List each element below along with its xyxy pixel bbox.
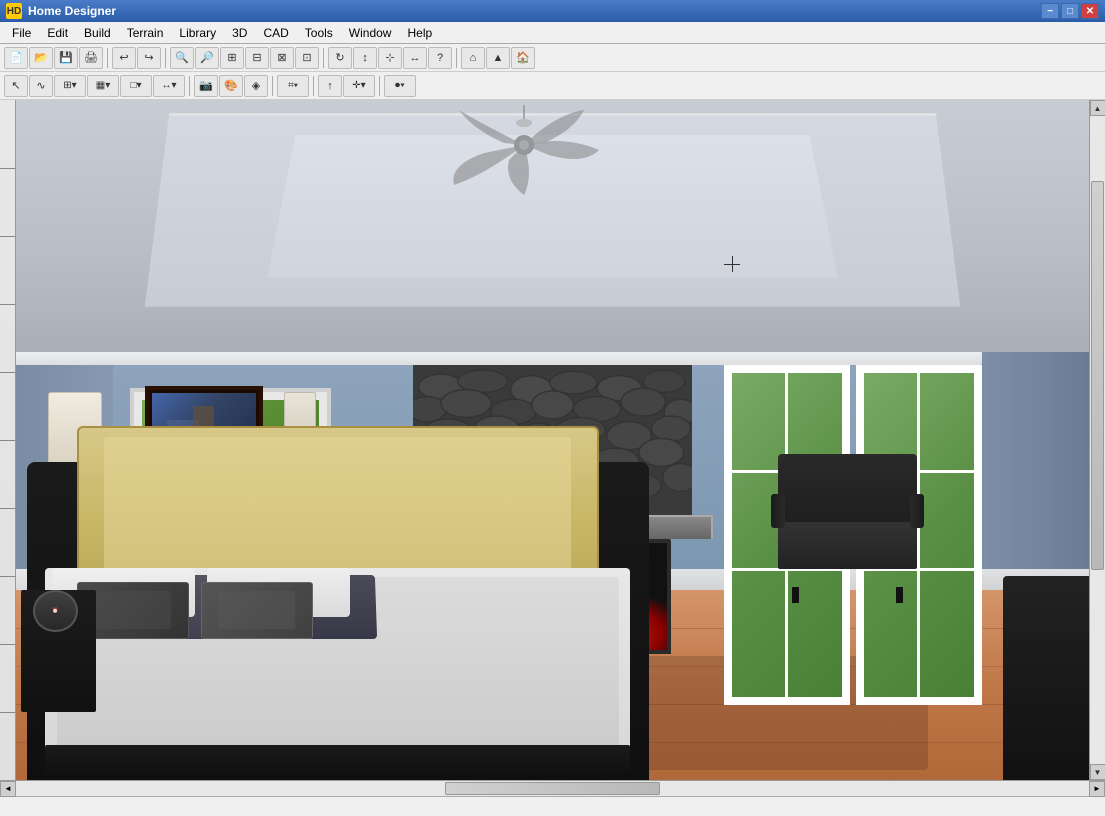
ceiling (16, 100, 1089, 358)
room-render: ⏰ (16, 100, 1089, 780)
menu-bar: File Edit Build Terrain Library 3D CAD T… (0, 22, 1105, 44)
scroll-right-button[interactable]: ► (1089, 781, 1105, 797)
armchair (778, 454, 917, 590)
zoom-in-button[interactable]: 🔍 (170, 47, 194, 69)
camera-tool[interactable]: 📷 (194, 75, 218, 97)
room-tool[interactable]: □▾ (120, 75, 152, 97)
scroll-thumb-right[interactable] (1091, 181, 1104, 570)
ref-button[interactable]: ⊹ (378, 47, 402, 69)
nightstand-left: ⏰ (21, 590, 96, 712)
status-bar (0, 796, 1105, 816)
print-button[interactable]: 🖨 (79, 47, 103, 69)
menu-window[interactable]: Window (341, 23, 400, 43)
title-bar: HD Home Designer − □ ✕ (0, 0, 1105, 22)
measure-button[interactable]: ↔ (403, 47, 427, 69)
move-button[interactable]: ↕ (353, 47, 377, 69)
new-button[interactable]: 📄 (4, 47, 28, 69)
tb1-sep4 (456, 48, 457, 68)
stair-tool[interactable]: ⌗▾ (277, 75, 309, 97)
zoom-out-button[interactable]: 🔎 (195, 47, 219, 69)
scrollbar-bottom: ◄ ► (0, 780, 1105, 796)
tb1-sep1 (107, 48, 108, 68)
app-title: Home Designer (28, 4, 1041, 18)
menu-3d[interactable]: 3D (224, 23, 255, 43)
zoom-fit-button[interactable]: ⊞ (220, 47, 244, 69)
crown-molding-back (113, 352, 982, 366)
save-button[interactable]: 💾 (54, 47, 78, 69)
zoom-window-button[interactable]: ⊟ (245, 47, 269, 69)
cabinet-tool[interactable]: ▦▾ (87, 75, 119, 97)
bed (27, 426, 649, 780)
help-button[interactable]: ? (428, 47, 452, 69)
right-wall (971, 352, 1089, 590)
tb1-sep2 (165, 48, 166, 68)
menu-edit[interactable]: Edit (39, 23, 76, 43)
minimize-button[interactable]: − (1041, 3, 1059, 19)
house-button1[interactable]: ⌂ (461, 47, 485, 69)
open-button[interactable]: 📂 (29, 47, 53, 69)
pan-button[interactable]: ⊡ (295, 47, 319, 69)
maximize-button[interactable]: □ (1061, 3, 1079, 19)
main-area: ⏰ ▲ ▼ (0, 100, 1105, 780)
close-button[interactable]: ✕ (1081, 3, 1099, 19)
crown-molding-left (16, 352, 134, 366)
house-button2[interactable]: ▲ (486, 47, 510, 69)
color-tool[interactable]: 🎨 (219, 75, 243, 97)
zoom-actual-button[interactable]: ⊠ (270, 47, 294, 69)
ruler-left (0, 100, 16, 780)
curve-tool[interactable]: ∿ (29, 75, 53, 97)
canvas-area[interactable]: ⏰ (16, 100, 1089, 780)
scroll-track-bottom[interactable] (16, 781, 1089, 796)
menu-tools[interactable]: Tools (297, 23, 341, 43)
record-button[interactable]: ⏺▾ (384, 75, 416, 97)
tb2-sep2 (272, 76, 273, 96)
menu-terrain[interactable]: Terrain (119, 23, 172, 43)
dimension-tool[interactable]: ↔▾ (153, 75, 185, 97)
menu-build[interactable]: Build (76, 23, 119, 43)
chair-bottom-right (1003, 576, 1089, 780)
scroll-left-button[interactable]: ◄ (0, 781, 16, 797)
tb2-sep4 (379, 76, 380, 96)
redo-button[interactable]: ↪ (137, 47, 161, 69)
scroll-track-right[interactable] (1090, 116, 1105, 764)
window-controls: − □ ✕ (1041, 3, 1099, 19)
toolbar2: ↖ ∿ ⊞▾ ▦▾ □▾ ↔▾ 📷 🎨 ◈ ⌗▾ ↑ ✛▾ ⏺▾ (0, 72, 1105, 100)
menu-help[interactable]: Help (399, 23, 440, 43)
wall-tool[interactable]: ⊞▾ (54, 75, 86, 97)
menu-file[interactable]: File (4, 23, 39, 43)
undo-button[interactable]: ↩ (112, 47, 136, 69)
house-button3[interactable]: 🏠 (511, 47, 535, 69)
scrollbar-right: ▲ ▼ (1089, 100, 1105, 780)
scroll-thumb-bottom[interactable] (445, 782, 660, 795)
toolbar1: 📄 📂 💾 🖨 ↩ ↪ 🔍 🔎 ⊞ ⊟ ⊠ ⊡ ↻ ↕ ⊹ ↔ ? ⌂ ▲ 🏠 (0, 44, 1105, 72)
tb2-sep3 (313, 76, 314, 96)
app-icon: HD (6, 3, 22, 19)
menu-cad[interactable]: CAD (255, 23, 296, 43)
rotate-button[interactable]: ↻ (328, 47, 352, 69)
arrow-up-tool[interactable]: ↑ (318, 75, 342, 97)
select-tool[interactable]: ↖ (4, 75, 28, 97)
tb2-sep1 (189, 76, 190, 96)
cursor-crosshair (724, 256, 740, 272)
tb1-sep3 (323, 48, 324, 68)
menu-library[interactable]: Library (171, 23, 224, 43)
scroll-down-button[interactable]: ▼ (1090, 764, 1105, 780)
move-tool[interactable]: ✛▾ (343, 75, 375, 97)
scroll-up-button[interactable]: ▲ (1090, 100, 1105, 116)
material-tool[interactable]: ◈ (244, 75, 268, 97)
